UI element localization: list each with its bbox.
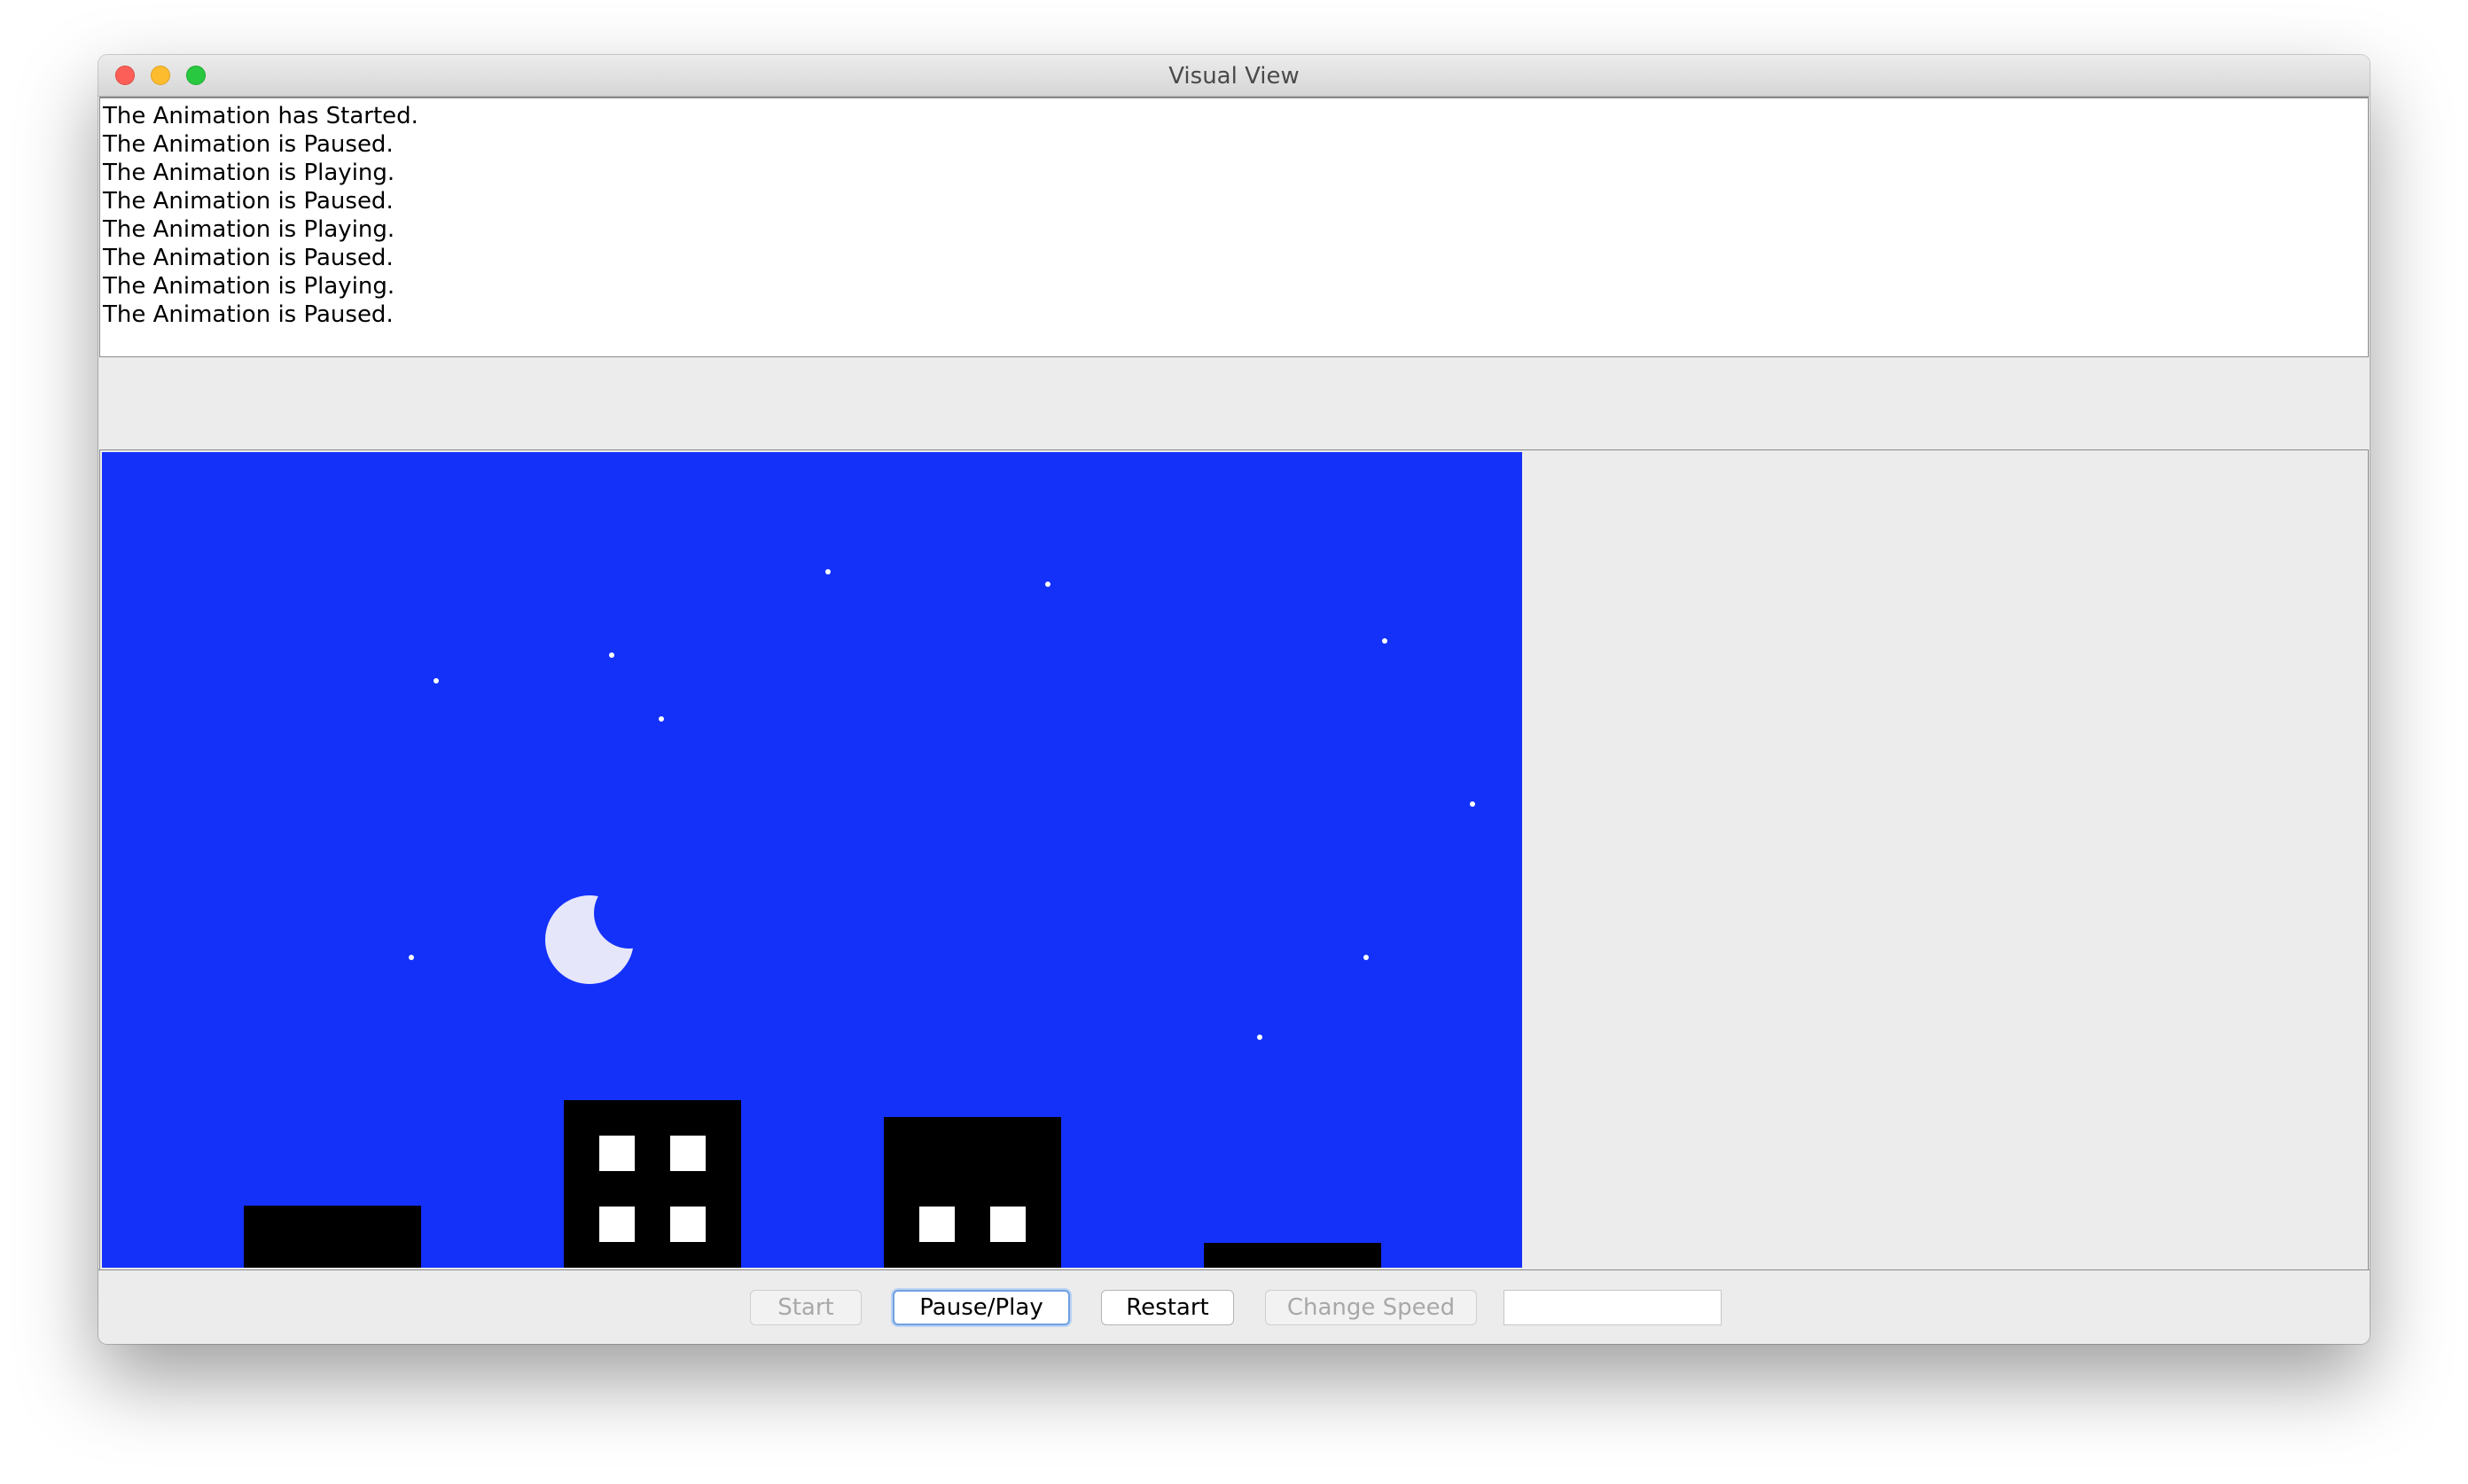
- star: [1257, 1035, 1262, 1040]
- star: [609, 652, 614, 658]
- log-line: The Animation is Playing.: [103, 216, 395, 243]
- star: [1363, 955, 1369, 960]
- building-window: [670, 1136, 706, 1171]
- speed-input[interactable]: [1503, 1290, 1722, 1325]
- building-window: [670, 1207, 706, 1242]
- change-speed-button[interactable]: Change Speed: [1265, 1290, 1477, 1325]
- log-line: The Animation is Paused.: [103, 301, 394, 328]
- star: [1045, 582, 1050, 587]
- building: [244, 1206, 421, 1268]
- building: [1204, 1243, 1381, 1268]
- log-line: The Animation is Playing.: [103, 160, 395, 186]
- animation-panel: [99, 450, 2369, 1269]
- star: [825, 569, 831, 574]
- restart-button[interactable]: Restart: [1101, 1290, 1234, 1325]
- star: [659, 716, 664, 722]
- star: [1382, 638, 1387, 644]
- empty-panel: [99, 357, 2369, 450]
- event-log-text-area[interactable]: The Animation has Started. The Animation…: [99, 97, 2369, 357]
- star: [1470, 801, 1475, 807]
- log-line: The Animation is Paused.: [103, 188, 394, 215]
- log-line: The Animation is Paused.: [103, 245, 394, 271]
- log-line: The Animation has Started.: [103, 103, 418, 129]
- star: [433, 678, 439, 683]
- building-window: [599, 1207, 635, 1242]
- control-bar: Start Pause/Play Restart Change Speed: [98, 1269, 2370, 1344]
- visual-view-window: Visual View The Animation has Started. T…: [98, 55, 2370, 1344]
- start-button[interactable]: Start: [750, 1290, 862, 1325]
- star: [409, 955, 414, 960]
- building-window: [599, 1136, 635, 1171]
- building: [564, 1100, 741, 1268]
- log-line: The Animation is Playing.: [103, 273, 395, 300]
- window-title: Visual View: [1168, 63, 1300, 90]
- moon-shadow: [594, 878, 665, 949]
- building-window: [919, 1207, 955, 1242]
- building: [884, 1117, 1061, 1268]
- pause-play-button[interactable]: Pause/Play: [893, 1290, 1070, 1325]
- log-line: The Animation is Paused.: [103, 131, 394, 158]
- building-window: [990, 1207, 1026, 1242]
- night-sky: [102, 452, 1522, 1268]
- title-bar[interactable]: Visual View: [98, 55, 2370, 97]
- animation-canvas: [102, 452, 1522, 1268]
